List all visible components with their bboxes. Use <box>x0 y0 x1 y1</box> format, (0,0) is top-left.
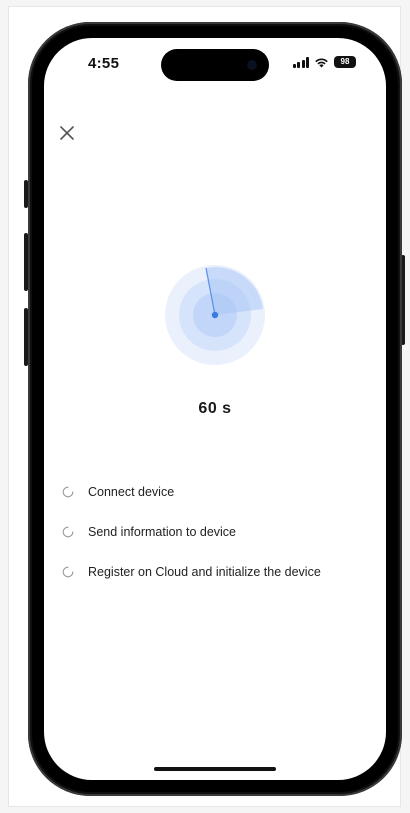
signal-bars-icon <box>292 56 309 68</box>
radar-center-dot <box>211 311 219 319</box>
phone-device: 4:55 98 60 s Connect device Send informa… <box>28 22 402 796</box>
radar-scan-icon <box>165 265 265 365</box>
step-register-cloud: Register on Cloud and initialize the dev… <box>62 562 372 582</box>
step-label: Register on Cloud and initialize the dev… <box>88 565 321 579</box>
step-label: Connect device <box>88 485 175 499</box>
setup-steps-list: Connect device Send information to devic… <box>62 482 372 602</box>
close-button[interactable] <box>56 122 78 144</box>
close-icon <box>60 126 74 140</box>
step-connect-device: Connect device <box>62 482 372 502</box>
status-indicators: 98 <box>292 56 356 68</box>
loading-spinner-icon <box>62 526 74 538</box>
dynamic-island <box>161 49 269 81</box>
status-time: 4:55 <box>88 55 120 72</box>
step-send-information: Send information to device <box>62 522 372 542</box>
loading-spinner-icon <box>62 486 74 498</box>
countdown-timer: 60 s <box>198 400 232 417</box>
home-indicator[interactable] <box>154 767 276 771</box>
phone-screen: 4:55 98 60 s Connect device Send informa… <box>44 38 386 780</box>
loading-spinner-icon <box>62 566 74 578</box>
battery-indicator: 98 <box>334 56 356 68</box>
radar-sweep <box>206 267 263 315</box>
step-label: Send information to device <box>88 525 237 539</box>
front-camera <box>247 60 257 70</box>
wifi-icon <box>315 57 328 67</box>
